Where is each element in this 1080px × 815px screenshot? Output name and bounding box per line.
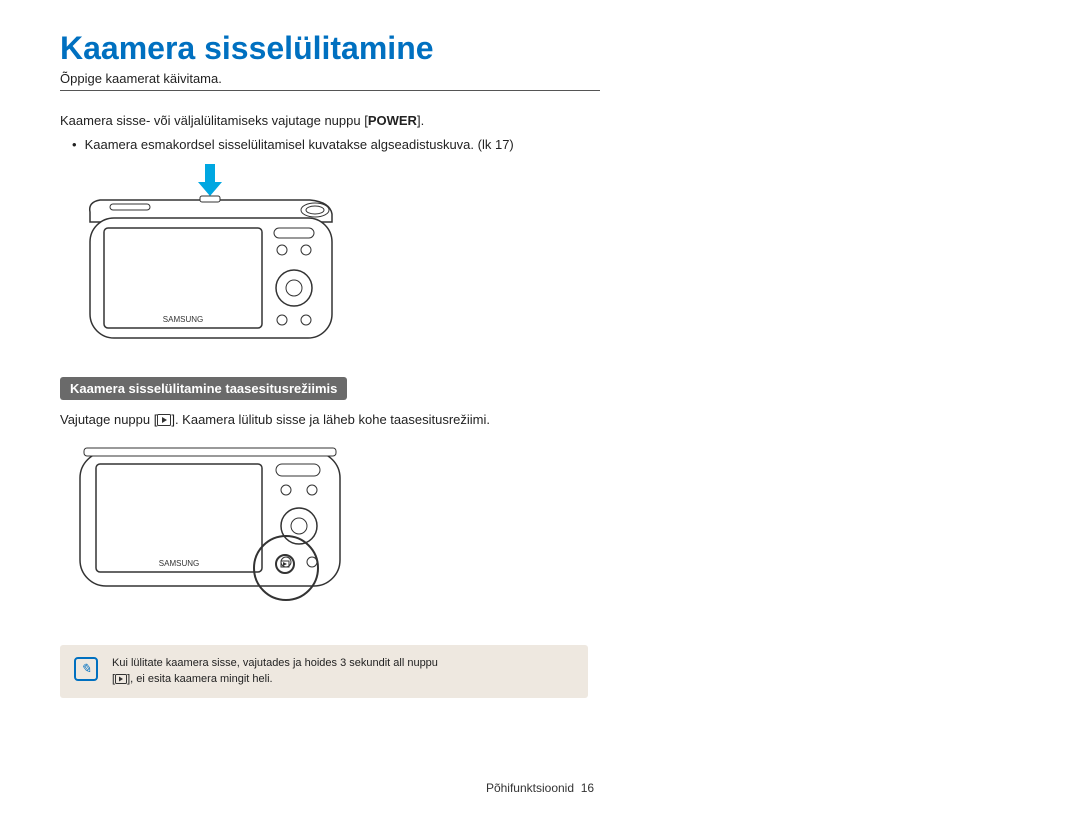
playback-section-label: Kaamera sisselülitamine taasesitusrežiim…: [60, 377, 347, 400]
power-label: POWER: [368, 113, 417, 128]
svg-text:SAMSUNG: SAMSUNG: [159, 559, 199, 568]
note-icon: ✎: [74, 657, 98, 681]
note-box: ✎ Kui lülitate kaamera sisse, vajutades …: [60, 645, 588, 698]
playback-line: Vajutage nuppu [ ]. Kaamera lülitub sisse…: [60, 410, 600, 430]
note-line1: Kui lülitate kaamera sisse, vajutades ja…: [112, 657, 438, 669]
note-text: Kui lülitate kaamera sisse, vajutades ja…: [112, 655, 438, 688]
play-icon: [115, 674, 127, 684]
play-icon: [157, 414, 171, 426]
footer-section: Põhifunktsioonid: [486, 781, 574, 795]
title-rule: [60, 90, 600, 91]
playback-pre: Vajutage nuppu [: [60, 412, 157, 427]
intro-pre: Kaamera sisse- või väljalülitamiseks vaj…: [60, 113, 368, 128]
bullet-dot: •: [72, 135, 77, 155]
page-title: Kaamera sisselülitamine: [60, 30, 600, 67]
playback-post: ]. Kaamera lülitub sisse ja läheb kohe t…: [171, 412, 490, 427]
intro-bullet-text: Kaamera esmakordsel sisselülitamisel kuv…: [85, 135, 514, 155]
page-footer: Põhifunktsioonid 16: [0, 781, 1080, 795]
intro-post: ].: [417, 113, 424, 128]
intro-bullet: • Kaamera esmakordsel sisselülitamisel k…: [72, 135, 600, 155]
page-subtitle: Õppige kaamerat käivitama.: [60, 71, 600, 86]
camera-top-figure: SAMSUNG: [60, 162, 600, 357]
camera-back-figure: SAMSUNG: [60, 438, 600, 633]
intro-line: Kaamera sisse- või väljalülitamiseks vaj…: [60, 111, 600, 131]
footer-page: 16: [581, 781, 594, 795]
note-line2-post: ], ei esita kaamera mingit heli.: [127, 673, 273, 685]
svg-text:SAMSUNG: SAMSUNG: [163, 315, 203, 324]
